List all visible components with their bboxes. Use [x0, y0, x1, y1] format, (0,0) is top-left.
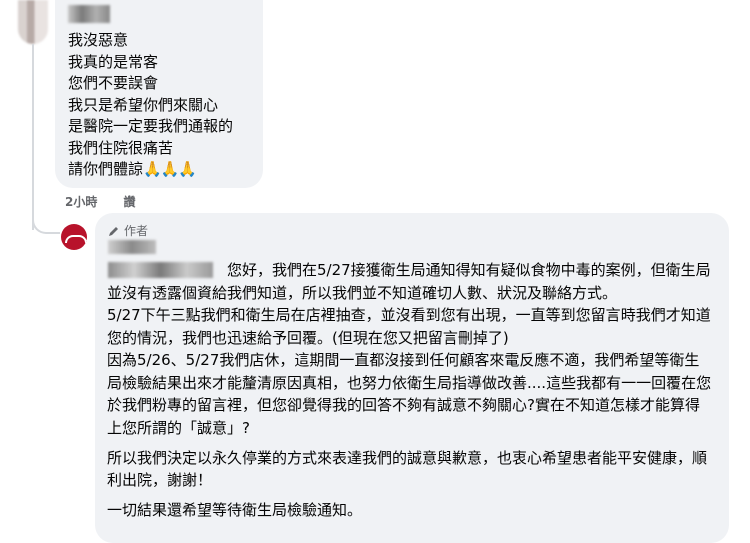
comment-meta: 2小時 讚: [65, 193, 158, 210]
reply-paragraph: 一切結果還希望等待衛生局檢驗通知。: [107, 501, 363, 519]
comment-line: 您們不要誤會: [68, 74, 159, 92]
comment-timestamp[interactable]: 2小時: [65, 195, 97, 209]
comment-line: 我真的是常客: [68, 52, 159, 71]
comment-line: 我們住院很痛苦: [68, 138, 174, 157]
author-badge: 作者: [108, 222, 148, 239]
comment-line-last: 請你們體諒🙏🙏🙏: [68, 159, 233, 181]
comment-line: 是醫院一定要我們通報的: [68, 117, 234, 135]
comment-text: 我沒惡意 我真的是常客 您們不要誤會 我只是希望你們來關心 是醫院一定要我們通報…: [68, 30, 233, 181]
praying-hands-emoji: 🙏🙏🙏: [143, 160, 197, 178]
like-button[interactable]: 讚: [124, 195, 136, 209]
mentioned-name-redacted[interactable]: [108, 262, 213, 278]
page-name-redacted[interactable]: [108, 240, 156, 254]
pencil-icon: [109, 226, 118, 236]
reply-paragraph: 所以我們決定以永久停業的方式來表達我們的誠意與歉意，也衷心希望患者能平安健康，順…: [107, 448, 708, 490]
comment-line: 請你們體諒: [68, 160, 144, 178]
commenter-avatar[interactable]: [18, 0, 48, 44]
comment-line: 我沒惡意: [68, 31, 129, 49]
comment-line: 我只是希望你們來關心: [68, 95, 219, 114]
reply-paragraph: 您好，我們在5/27接獲衛生局通知得知有疑似食物中毒的案例，但衛生局並沒有透露個…: [107, 261, 712, 437]
reply-text: 您好，我們在5/27接獲衛生局通知得知有疑似食物中毒的案例，但衛生局並沒有透露個…: [107, 259, 713, 529]
commenter-name-redacted[interactable]: [68, 5, 110, 23]
author-badge-label: 作者: [124, 224, 149, 238]
thread-connector: [32, 212, 60, 234]
thread-line: [32, 44, 34, 230]
page-avatar[interactable]: [61, 224, 87, 250]
